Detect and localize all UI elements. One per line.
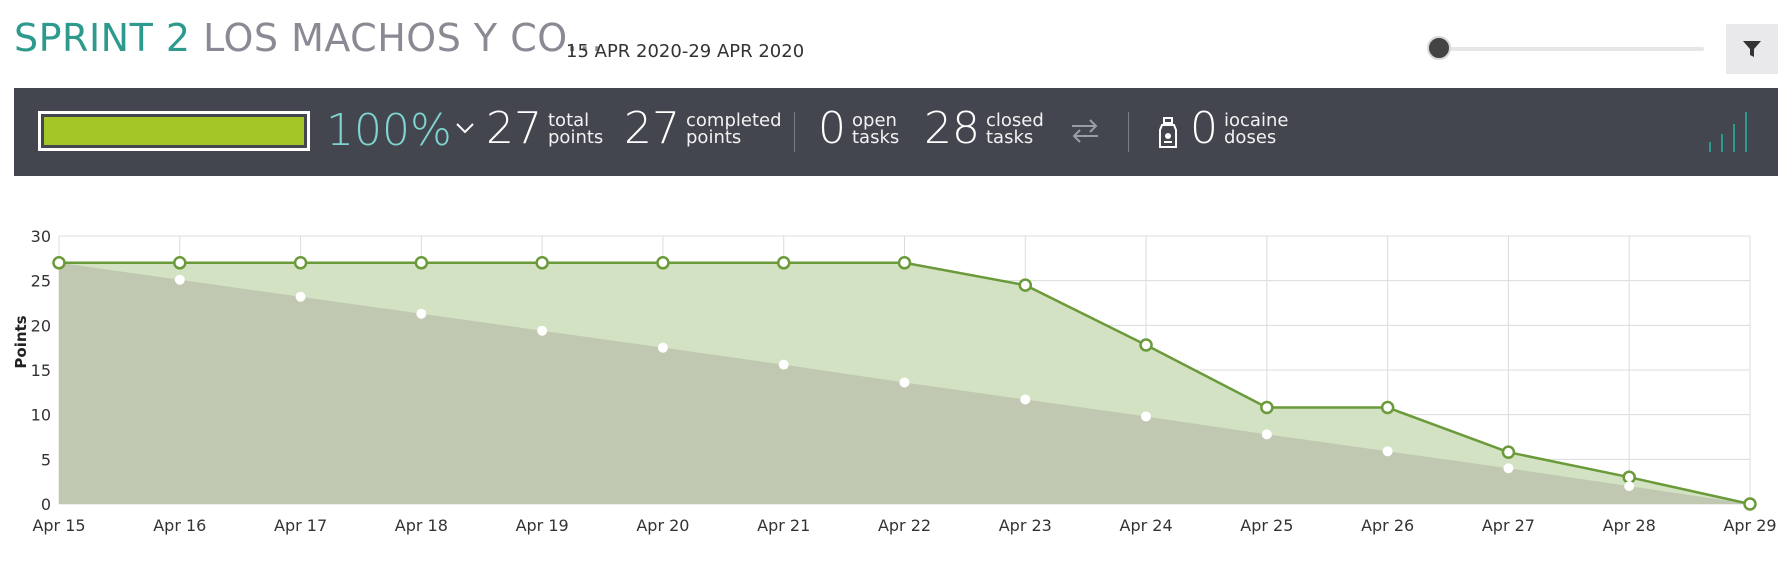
series-1-point bbox=[1141, 411, 1152, 422]
divider bbox=[1128, 112, 1129, 152]
potion-bottle-icon bbox=[1159, 117, 1177, 148]
x-tick-label: Apr 21 bbox=[757, 516, 810, 535]
open-tasks-stat: 0 open tasks bbox=[818, 103, 899, 155]
series-0-point bbox=[897, 256, 912, 270]
series-1-point bbox=[174, 274, 185, 285]
closed-tasks-stat: 28 closed tasks bbox=[924, 103, 1044, 155]
series-1-point bbox=[537, 325, 548, 336]
series-0-point bbox=[535, 256, 549, 270]
open-tasks-label-2: tasks bbox=[852, 127, 900, 148]
x-tick-label: Apr 20 bbox=[636, 516, 689, 535]
iocaine-label-2: doses bbox=[1224, 127, 1277, 148]
series-1-point bbox=[1261, 429, 1272, 440]
series-1-point bbox=[778, 359, 789, 370]
series-0-point bbox=[293, 256, 308, 270]
series-1-point bbox=[657, 342, 668, 353]
y-tick-label: 5 bbox=[41, 450, 51, 469]
series-1-point bbox=[899, 377, 910, 388]
filter-icon bbox=[1743, 41, 1761, 57]
divider bbox=[794, 112, 795, 152]
chevron-down-icon[interactable] bbox=[454, 117, 476, 139]
filter-button[interactable] bbox=[1726, 24, 1778, 74]
x-tick-label: Apr 22 bbox=[878, 516, 931, 535]
series-1-point bbox=[1020, 394, 1031, 405]
closed-tasks-value: 28 bbox=[924, 103, 980, 154]
y-tick-label: 30 bbox=[31, 227, 51, 246]
progress-bar bbox=[38, 111, 310, 151]
y-tick-label: 10 bbox=[31, 406, 51, 425]
y-tick-label: 15 bbox=[31, 361, 51, 380]
completed-points-label-2: points bbox=[686, 127, 742, 148]
progress-bar-fill bbox=[44, 117, 304, 145]
x-tick-label: Apr 27 bbox=[1482, 516, 1535, 535]
completed-points-stat: 27 completed points bbox=[624, 103, 782, 155]
zoom-slider-handle[interactable] bbox=[1427, 36, 1451, 60]
y-tick-label: 20 bbox=[31, 316, 51, 335]
burndown-chart: 051015202530 Apr 15 Apr 16 Apr 17 Apr 18 Apr… bbox=[12, 227, 1777, 535]
sprint-number: SPRINT 2 bbox=[14, 16, 191, 60]
iocaine-doses-stat: 0 iocaine doses bbox=[1190, 103, 1288, 155]
progress-percent: 100% bbox=[326, 105, 452, 156]
series-0-point bbox=[1260, 400, 1274, 415]
x-tick-label: Apr 15 bbox=[32, 516, 85, 535]
total-points-stat: 27 total points bbox=[486, 103, 603, 155]
series-1-point bbox=[295, 291, 306, 302]
x-tick-label: Apr 19 bbox=[516, 516, 569, 535]
x-tick-label: Apr 28 bbox=[1603, 516, 1656, 535]
series-0-point bbox=[776, 256, 791, 270]
closed-tasks-label-2: tasks bbox=[986, 127, 1034, 148]
sprint-summary-bar: 100% 27 total points 27 completed points 0… bbox=[14, 88, 1778, 176]
x-tick-label: Apr 23 bbox=[999, 516, 1052, 535]
y-tick-label: 0 bbox=[41, 495, 51, 514]
series-1-point bbox=[1503, 463, 1514, 474]
signal-bars-icon[interactable] bbox=[1707, 106, 1751, 156]
series-0-point bbox=[1622, 470, 1636, 484]
series-0-point bbox=[52, 256, 66, 270]
zoom-slider-track[interactable] bbox=[1436, 47, 1704, 51]
series-0-point bbox=[656, 256, 670, 270]
x-tick-label: Apr 26 bbox=[1361, 516, 1414, 535]
series-1-point bbox=[416, 308, 427, 319]
sprint-title: SPRINT 2 LOS MACHOS Y CO... bbox=[14, 16, 604, 60]
series-1-point bbox=[1624, 481, 1635, 492]
completed-points-value: 27 bbox=[624, 103, 680, 154]
x-tick-label: Apr 16 bbox=[153, 516, 206, 535]
series-0-point bbox=[414, 256, 429, 270]
x-axis-ticks: Apr 15 Apr 16 Apr 17 Apr 18 Apr 19 Apr 20 Apr … bbox=[32, 516, 1776, 535]
sprint-name[interactable]: LOS MACHOS Y CO... bbox=[203, 16, 604, 60]
x-tick-label: Apr 25 bbox=[1240, 516, 1293, 535]
total-points-value: 27 bbox=[486, 103, 542, 154]
series-0-point bbox=[173, 256, 187, 270]
series-0-point bbox=[1018, 278, 1033, 292]
series-0-point bbox=[1139, 338, 1153, 352]
x-tick-label: Apr 17 bbox=[274, 516, 327, 535]
sprint-header: SPRINT 2 LOS MACHOS Y CO... 15 APR 2020-… bbox=[0, 0, 1786, 88]
x-tick-label: Apr 24 bbox=[1120, 516, 1173, 535]
total-points-label-2: points bbox=[548, 127, 604, 148]
series-0-point bbox=[1743, 497, 1757, 511]
y-tick-label: 25 bbox=[31, 272, 51, 291]
x-tick-label: Apr 29 bbox=[1723, 516, 1776, 535]
sprint-dates: 15 APR 2020-29 APR 2020 bbox=[566, 41, 805, 62]
series-1-point bbox=[1382, 446, 1393, 457]
iocaine-doses-value: 0 bbox=[1190, 103, 1218, 154]
y-axis-ticks: 0 5 10 15 20 25 30 bbox=[31, 227, 51, 514]
x-tick-label: Apr 18 bbox=[395, 516, 448, 535]
y-axis-title: Points bbox=[12, 315, 30, 368]
swap-arrows-icon[interactable] bbox=[1068, 116, 1102, 146]
open-tasks-value: 0 bbox=[818, 103, 846, 154]
series-0-point bbox=[1380, 400, 1395, 415]
series-0-point bbox=[1501, 445, 1516, 459]
